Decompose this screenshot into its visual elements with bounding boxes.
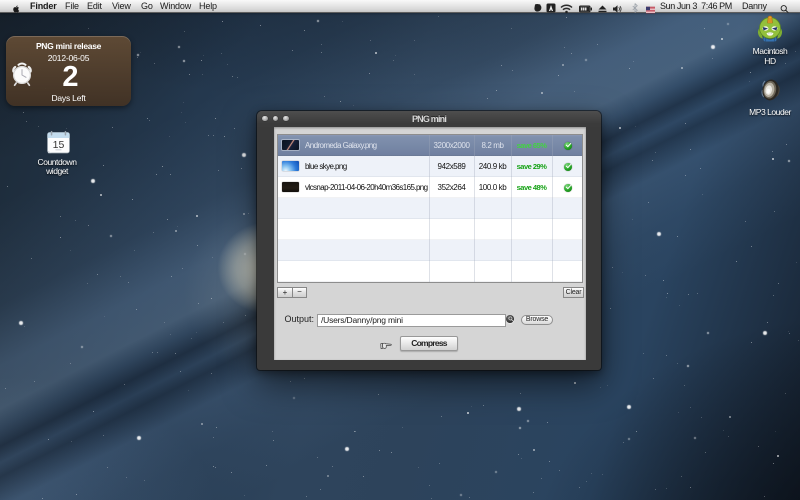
svg-text:15: 15 — [53, 139, 65, 151]
